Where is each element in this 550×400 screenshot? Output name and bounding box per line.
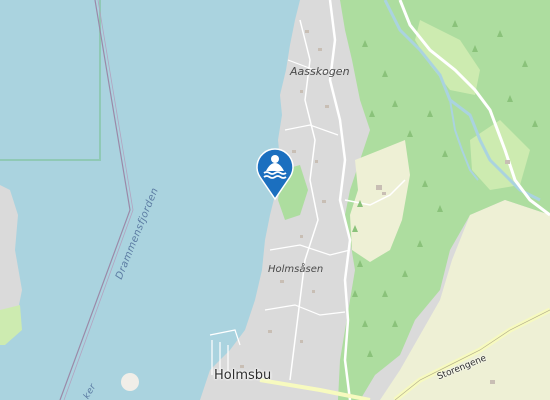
swimmer-icon: [256, 148, 294, 201]
place-label-holmsasen: Holmsåsen: [268, 264, 324, 275]
map-view[interactable]: Aasskogen Holmsåsen Holmsbu Drammensfjor…: [0, 0, 550, 400]
buoy-circle: [121, 373, 139, 391]
swimming-area-marker[interactable]: [254, 145, 296, 201]
place-label-aasskogen: Aasskogen: [290, 65, 350, 78]
place-label-holmsbu: Holmsbu: [214, 368, 272, 383]
